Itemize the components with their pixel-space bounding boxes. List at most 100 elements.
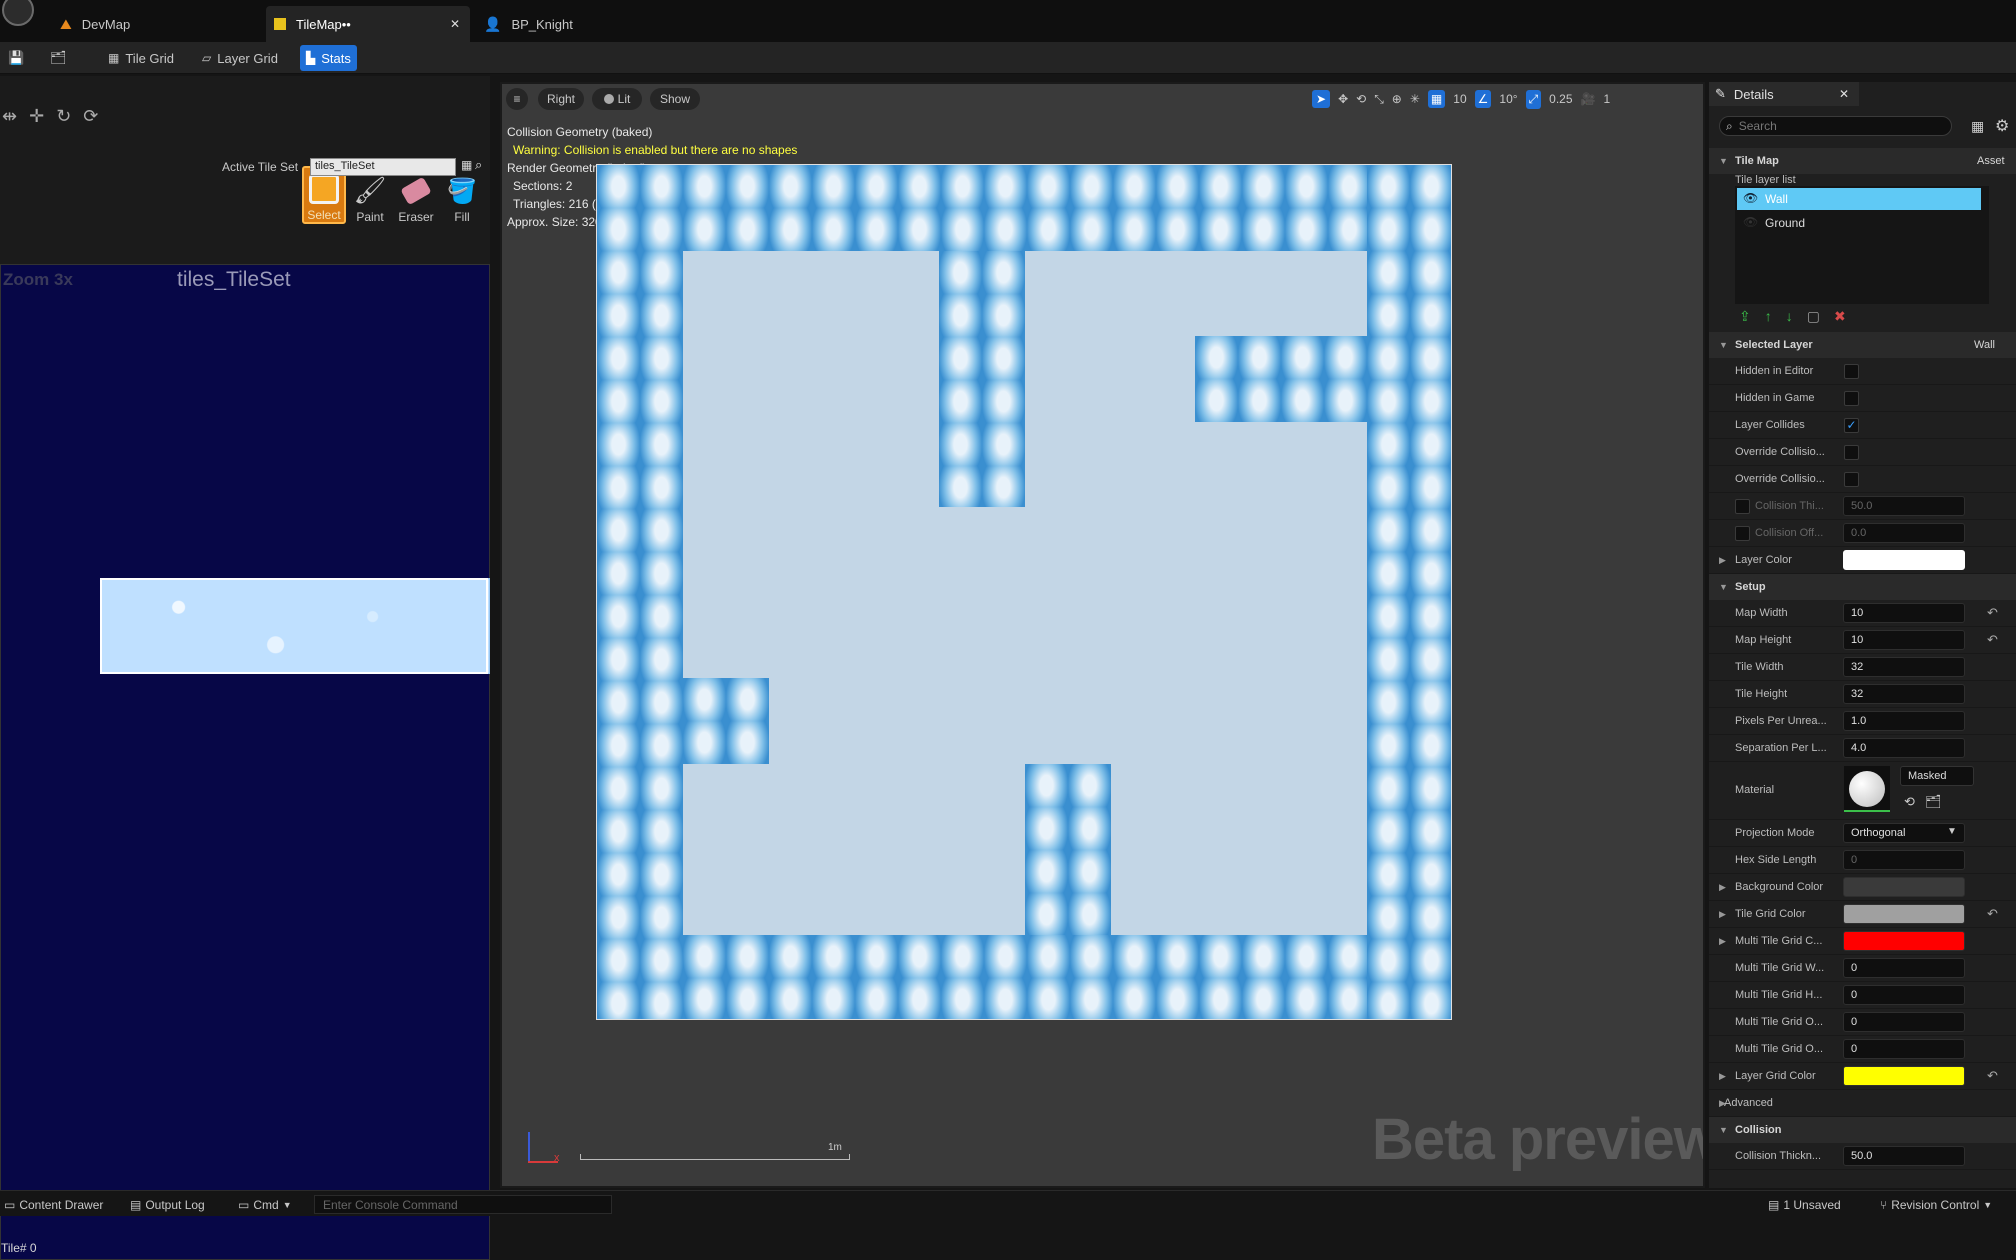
- tile-grid-button[interactable]: ▦ Tile Grid: [102, 45, 180, 71]
- reset-to-default-icon[interactable]: ↶: [1987, 906, 1998, 922]
- rotate-mode-icon[interactable]: ⟲: [1356, 92, 1366, 106]
- camera-speed-icon[interactable]: 🎥: [1581, 92, 1596, 106]
- section-setup[interactable]: ▼ Setup: [1709, 574, 2016, 600]
- multi-tile-grid-color-swatch[interactable]: [1843, 931, 1965, 951]
- layer-grid-color-swatch[interactable]: [1843, 1066, 1965, 1086]
- scale-mode-icon[interactable]: ⤡: [1374, 92, 1384, 107]
- console-command-input[interactable]: Enter Console Command: [314, 1195, 612, 1214]
- section-tile-map[interactable]: ▼ Tile Map Asset: [1709, 148, 2016, 174]
- viewport-menu-button[interactable]: ≡: [506, 88, 528, 110]
- multi-tile-grid-offset-x-field[interactable]: 0: [1843, 1012, 1965, 1032]
- cmd-dropdown[interactable]: ▭ Cmd ▼: [238, 1195, 292, 1215]
- scale-snap-value[interactable]: 0.25: [1549, 92, 1572, 106]
- unreal-logo-icon[interactable]: [2, 0, 34, 26]
- move-layer-up-icon[interactable]: ↑: [1765, 308, 1772, 325]
- grid-snap-icon[interactable]: ▦: [1427, 90, 1446, 108]
- tile-set-viewport[interactable]: Zoom 3x tiles_TileSet Tile# 0: [0, 264, 490, 1260]
- eye-icon[interactable]: 👁: [1743, 191, 1758, 205]
- delete-layer-icon[interactable]: ✖: [1834, 308, 1846, 325]
- reset-to-default-icon[interactable]: ↶: [1987, 1068, 1998, 1084]
- camera-speed-value[interactable]: 1: [1603, 92, 1610, 106]
- browse-button[interactable]: 🗂: [44, 45, 70, 71]
- tab-devmap[interactable]: ⛰ DevMap: [52, 6, 262, 42]
- unsaved-button[interactable]: ▤ 1 Unsaved: [1768, 1195, 1841, 1215]
- rotation-snap-icon[interactable]: ∠: [1474, 90, 1492, 108]
- rotate-icon[interactable]: ↻: [56, 106, 71, 127]
- tile-set-picker-icon[interactable]: ▦: [461, 158, 472, 172]
- background-color-swatch[interactable]: [1843, 877, 1965, 897]
- multi-tile-grid-width-field[interactable]: 0: [1843, 958, 1965, 978]
- rotation-snap-value[interactable]: 10°: [1499, 92, 1517, 106]
- lit-mode-button[interactable]: Lit: [592, 88, 642, 110]
- collision-thickness-field-2[interactable]: 50.0: [1843, 1146, 1965, 1166]
- layer-collides-checkbox[interactable]: ✓: [1844, 418, 1859, 433]
- close-details-icon[interactable]: ✕: [1839, 87, 1849, 101]
- map-height-field[interactable]: 10: [1843, 630, 1965, 650]
- eye-icon[interactable]: 👁: [1743, 215, 1758, 229]
- map-width-field[interactable]: 10: [1843, 603, 1965, 623]
- translate-mode-icon[interactable]: ✥: [1338, 92, 1348, 106]
- layer-grid-button[interactable]: ▱ Layer Grid: [196, 45, 284, 71]
- move-layer-down-icon[interactable]: ↓: [1786, 308, 1793, 325]
- content-drawer-button[interactable]: ▭ Content Drawer: [4, 1195, 103, 1215]
- grid-snap-value[interactable]: 10: [1453, 92, 1466, 106]
- show-button[interactable]: Show: [650, 88, 700, 110]
- table-view-icon[interactable]: ▦: [1971, 118, 1984, 135]
- tilemap-canvas[interactable]: [596, 164, 1452, 1020]
- expand-icon[interactable]: ▶: [1719, 555, 1726, 566]
- multi-tile-grid-offset-y-field[interactable]: 0: [1843, 1039, 1965, 1059]
- expand-icon[interactable]: ▶: [1719, 936, 1726, 947]
- override-thickness-checkbox[interactable]: [1844, 445, 1859, 460]
- surface-snap-icon[interactable]: ✳: [1410, 92, 1420, 106]
- pencil-icon: ✎: [1715, 86, 1726, 101]
- browse-tile-set-icon[interactable]: ⌕: [475, 157, 482, 173]
- settings-gear-icon[interactable]: ⚙: [1995, 116, 2009, 136]
- collision-thickness-checkbox[interactable]: [1735, 499, 1750, 514]
- stats-button[interactable]: ▙ Stats: [300, 45, 357, 71]
- refresh-icon[interactable]: ⟳: [83, 106, 98, 127]
- translate-icon[interactable]: ✛: [29, 106, 44, 127]
- layer-color-swatch[interactable]: [1843, 550, 1965, 570]
- details-tab[interactable]: ✎ Details ✕: [1709, 82, 1859, 106]
- active-tile-set-field[interactable]: tiles_TileSet: [310, 158, 456, 176]
- multi-tile-grid-height-field[interactable]: 0: [1843, 985, 1965, 1005]
- revision-control-button[interactable]: ⑂ Revision Control ▼: [1880, 1195, 1992, 1215]
- details-search-input[interactable]: ⌕ Search: [1719, 116, 1952, 136]
- section-collision[interactable]: ▼ Collision: [1709, 1117, 2016, 1143]
- browse-asset-icon[interactable]: 🗂: [1925, 794, 1942, 810]
- separation-field[interactable]: 4.0: [1843, 738, 1965, 758]
- use-selected-asset-icon[interactable]: ⟲: [1904, 794, 1915, 810]
- material-thumbnail[interactable]: [1844, 766, 1890, 812]
- tile-grid-color-swatch[interactable]: [1843, 904, 1965, 924]
- expand-icon[interactable]: ▶: [1719, 882, 1726, 893]
- reset-to-default-icon[interactable]: ↶: [1987, 605, 1998, 621]
- duplicate-layer-icon[interactable]: ▢: [1807, 308, 1820, 325]
- world-space-icon[interactable]: ⊕: [1392, 92, 1402, 106]
- tile-width-field[interactable]: 32: [1843, 657, 1965, 677]
- select-mode-icon[interactable]: ➤: [1312, 90, 1331, 108]
- add-layer-icon[interactable]: ⇪: [1739, 308, 1751, 325]
- hidden-in-game-checkbox[interactable]: [1844, 391, 1859, 406]
- tab-bp-knight[interactable]: 👤 BP_Knight: [484, 6, 684, 42]
- pixels-per-unit-field[interactable]: 1.0: [1843, 711, 1965, 731]
- tilemap-viewport[interactable]: ≡ Right Lit Show ➤ ✥ ⟲ ⤡ ⊕ ✳ ▦ 10 ∠ 10° …: [500, 82, 1705, 1188]
- tab-tilemap[interactable]: TileMap•• ✕: [266, 6, 470, 42]
- tile-height-field[interactable]: 32: [1843, 684, 1965, 704]
- override-offset-checkbox[interactable]: [1844, 472, 1859, 487]
- layer-item-wall[interactable]: 👁 Wall: [1737, 188, 1981, 210]
- view-mode-button[interactable]: Right: [538, 88, 584, 110]
- hidden-in-editor-checkbox[interactable]: [1844, 364, 1859, 379]
- section-selected-layer[interactable]: ▼ Selected Layer Wall: [1709, 332, 2016, 358]
- save-button[interactable]: 💾: [2, 45, 28, 71]
- layer-item-ground[interactable]: 👁 Ground: [1737, 212, 1981, 234]
- material-mode-dropdown[interactable]: Masked: [1900, 766, 1974, 786]
- reset-to-default-icon[interactable]: ↶: [1987, 632, 1998, 648]
- move-icon[interactable]: ⇹: [2, 106, 17, 127]
- close-tab-icon[interactable]: ✕: [450, 17, 460, 31]
- row-advanced[interactable]: ▶ Advanced: [1709, 1090, 2016, 1117]
- expand-icon[interactable]: ▶: [1719, 909, 1726, 920]
- collision-offset-checkbox[interactable]: [1735, 526, 1750, 541]
- expand-icon[interactable]: ▶: [1719, 1071, 1726, 1082]
- output-log-button[interactable]: ▤ Output Log: [130, 1195, 205, 1215]
- scale-snap-icon[interactable]: ⤢: [1525, 89, 1542, 109]
